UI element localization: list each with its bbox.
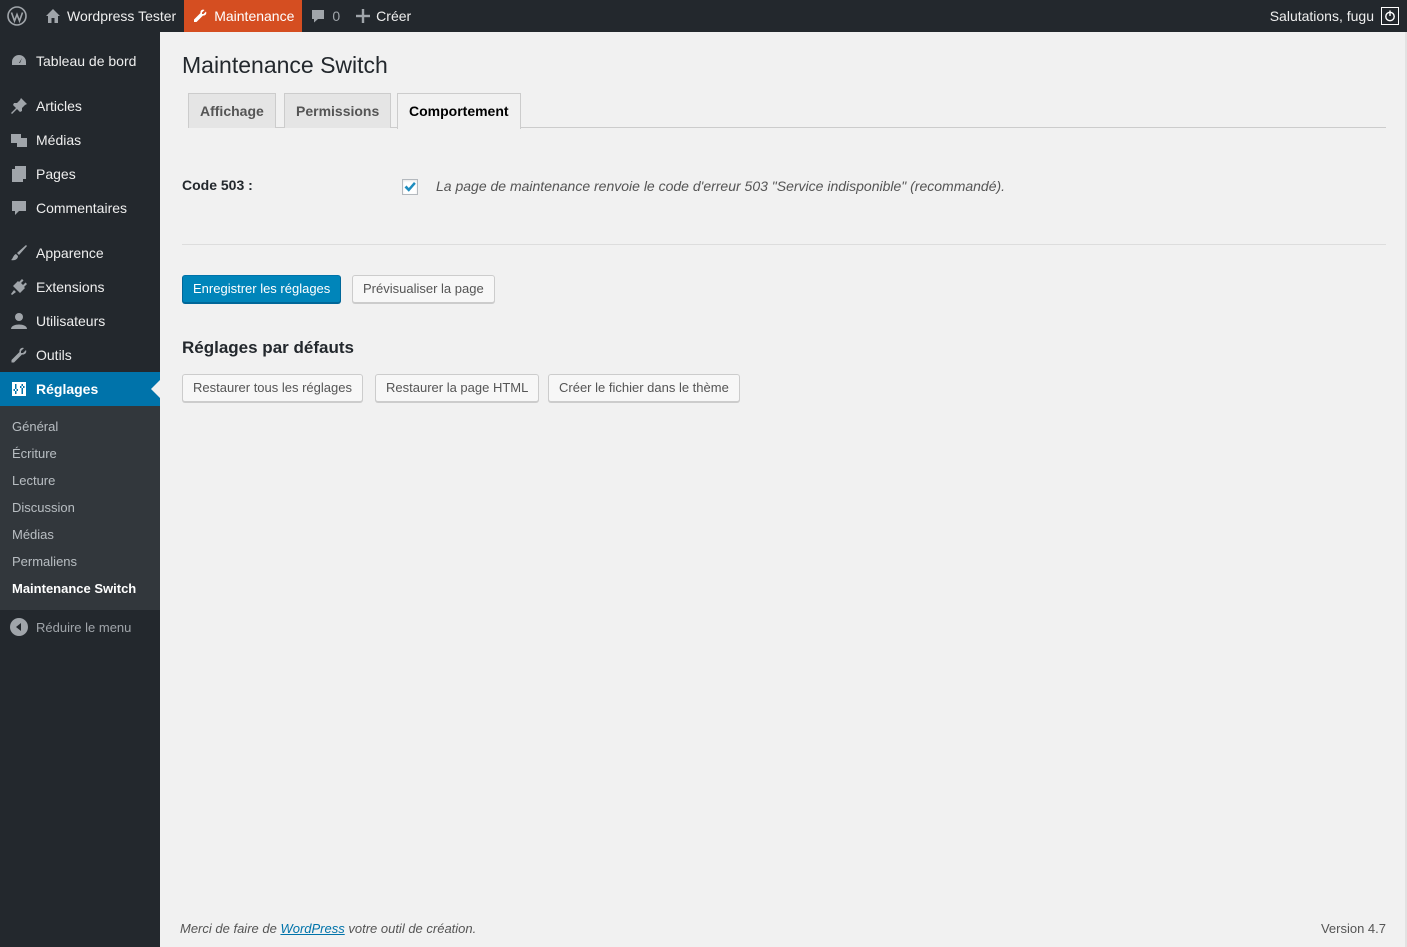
- wrench-icon: [10, 346, 28, 364]
- settings-icon: [10, 380, 28, 398]
- settings-tabs: Affichage Permissions Comportement: [188, 93, 1386, 129]
- wordpress-logo-menu[interactable]: [0, 0, 37, 32]
- menu-item-pages[interactable]: Pages: [0, 157, 160, 191]
- settings-submenu: Général Écriture Lecture Discussion Médi…: [0, 406, 160, 610]
- maintenance-label: Maintenance: [214, 8, 295, 24]
- menu-item-users[interactable]: Utilisateurs: [0, 304, 160, 338]
- menu-label: Outils: [36, 347, 72, 363]
- restore-all-settings-button[interactable]: Restaurer tous les réglages: [182, 374, 363, 402]
- menu-item-dashboard[interactable]: Tableau de bord: [0, 44, 160, 78]
- account-menu[interactable]: Salutations, fugu: [1262, 0, 1407, 32]
- submenu-item-permalinks[interactable]: Permaliens: [0, 548, 160, 575]
- code-503-label: Code 503 :: [182, 177, 253, 193]
- footer-version: Version 4.7: [1320, 921, 1386, 936]
- tab-affichage[interactable]: Affichage: [188, 93, 276, 128]
- menu-item-settings[interactable]: Réglages: [0, 372, 160, 406]
- menu-label: Pages: [36, 166, 76, 182]
- menu-label: Commentaires: [36, 200, 128, 216]
- submenu-item-maintenance-switch[interactable]: Maintenance Switch: [0, 575, 160, 602]
- user-icon: [10, 312, 28, 330]
- menu-item-articles[interactable]: Articles: [0, 89, 160, 123]
- footer-text-before: Merci de faire de: [180, 921, 281, 936]
- submenu-item-writing[interactable]: Écriture: [0, 440, 160, 467]
- save-settings-button[interactable]: Enregistrer les réglages: [182, 275, 342, 303]
- site-name-link[interactable]: Wordpress Tester: [37, 0, 184, 32]
- footer-text-after: votre outil de création.: [344, 921, 477, 936]
- plus-icon: [356, 9, 371, 23]
- menu-item-plugins[interactable]: Extensions: [0, 270, 160, 304]
- collapse-arrow-icon: [10, 618, 28, 636]
- preview-page-button[interactable]: Prévisualiser la page: [352, 275, 495, 303]
- menu-label: Réglages: [36, 381, 99, 397]
- tab-permissions[interactable]: Permissions: [284, 93, 392, 128]
- pages-icon: [10, 165, 28, 183]
- new-content-menu[interactable]: Créer: [348, 0, 419, 32]
- comment-icon: [310, 8, 326, 24]
- menu-label: Utilisateurs: [36, 313, 106, 329]
- maintenance-toggle[interactable]: Maintenance: [184, 0, 303, 32]
- menu-label: Médias: [36, 132, 82, 148]
- submenu-item-general[interactable]: Général: [0, 413, 160, 440]
- comments-count: 0: [332, 8, 341, 24]
- collapse-menu-button[interactable]: Réduire le menu: [0, 610, 160, 644]
- menu-label: Extensions: [36, 279, 105, 295]
- wordpress-logo-icon: [7, 6, 27, 26]
- create-theme-file-button[interactable]: Créer le fichier dans le thème: [548, 374, 740, 402]
- plugin-icon: [10, 278, 28, 296]
- checkmark-icon: [404, 182, 416, 192]
- menu-label: Tableau de bord: [36, 53, 137, 69]
- wordpress-link[interactable]: WordPress: [280, 921, 344, 936]
- power-icon: [1385, 10, 1395, 22]
- dashboard-icon: [10, 52, 28, 70]
- code-503-description: La page de maintenance renvoie le code d…: [436, 178, 1006, 194]
- tab-comportement[interactable]: Comportement: [397, 93, 521, 129]
- brush-icon: [10, 244, 28, 262]
- greeting: Salutations, fugu: [1269, 8, 1374, 24]
- new-label: Créer: [376, 8, 412, 24]
- menu-item-comments[interactable]: Commentaires: [0, 191, 160, 225]
- submenu-item-reading[interactable]: Lecture: [0, 467, 160, 494]
- admin-sidebar: Tableau de bord Articles Médias Pages Co…: [0, 32, 160, 947]
- admin-bar: Wordpress Tester Maintenance 0 Créer Sal…: [0, 0, 1407, 32]
- home-icon: [45, 8, 61, 24]
- page-title: Maintenance Switch: [182, 52, 388, 78]
- defaults-heading: Réglages par défauts: [182, 338, 354, 357]
- menu-label: Articles: [36, 98, 82, 114]
- restore-html-page-button[interactable]: Restaurer la page HTML: [375, 374, 540, 402]
- submenu-item-discussion[interactable]: Discussion: [0, 494, 160, 521]
- avatar: [1381, 7, 1399, 25]
- menu-item-appearance[interactable]: Apparence: [0, 236, 160, 270]
- menu-label: Apparence: [36, 245, 104, 261]
- code-503-checkbox[interactable]: [402, 179, 418, 195]
- comment-icon: [10, 199, 28, 217]
- footer-thankyou: Merci de faire de WordPress votre outil …: [180, 921, 476, 936]
- submenu-item-media[interactable]: Médias: [0, 521, 160, 548]
- wrench-icon: [192, 8, 208, 24]
- pin-icon: [10, 97, 28, 115]
- comments-link[interactable]: 0: [302, 0, 348, 32]
- site-name: Wordpress Tester: [67, 8, 177, 24]
- divider: [182, 244, 1386, 245]
- menu-item-media[interactable]: Médias: [0, 123, 160, 157]
- menu-item-tools[interactable]: Outils: [0, 338, 160, 372]
- media-icon: [10, 131, 28, 149]
- collapse-label: Réduire le menu: [36, 619, 132, 635]
